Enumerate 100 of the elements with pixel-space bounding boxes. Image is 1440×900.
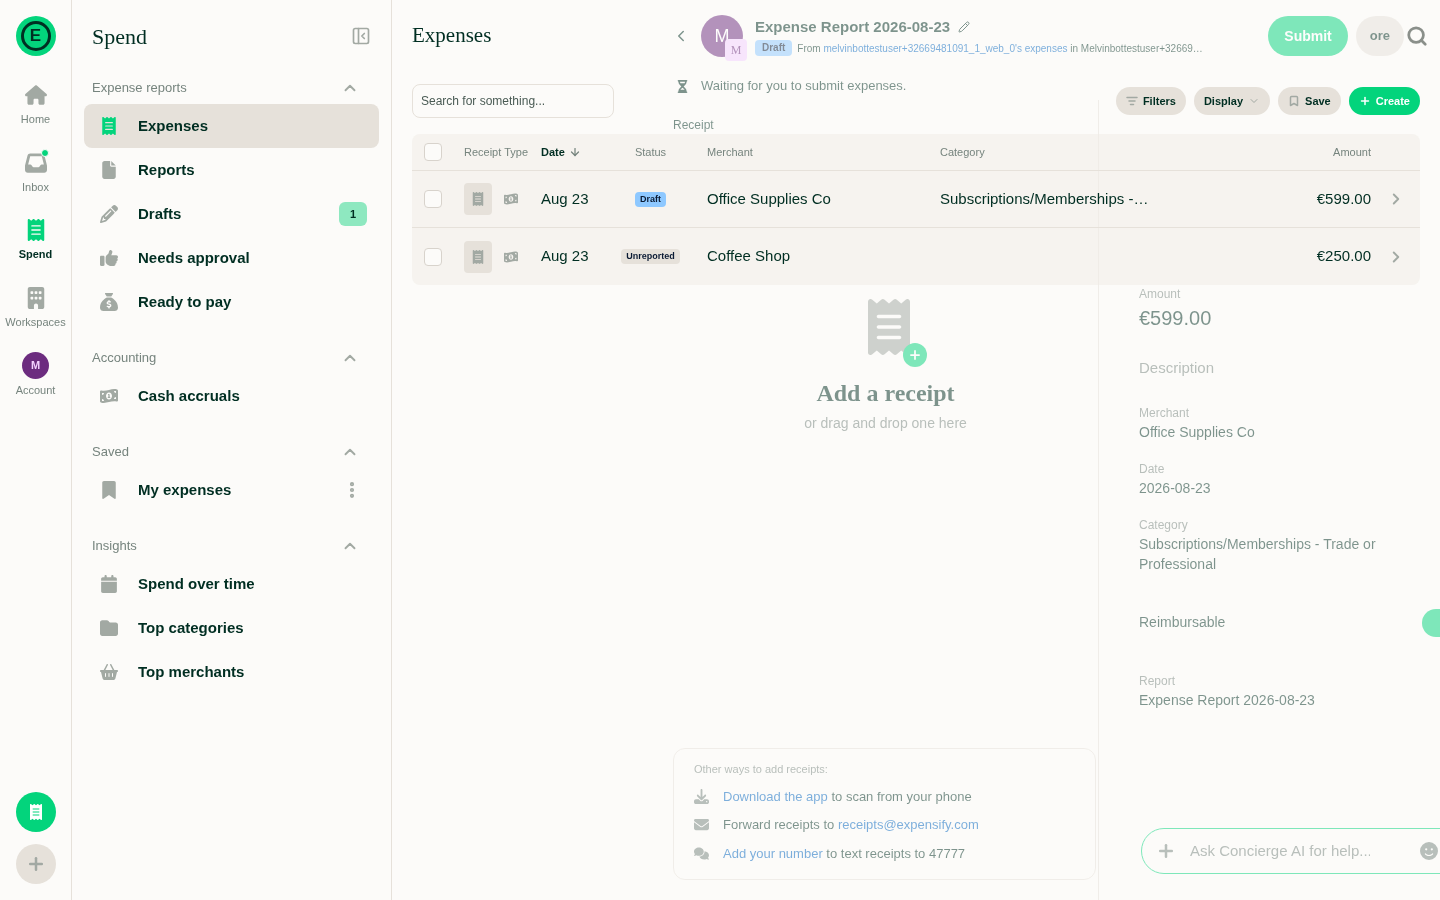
toolbar-button[interactable]: Save [1278,87,1341,115]
field-label: Date [1139,460,1166,478]
field-label: Report [1139,672,1177,690]
chat-bubbles-icon [694,845,709,861]
sidebar-item[interactable]: Spend over time [84,562,379,606]
collapse-icon[interactable] [351,26,371,46]
folder-icon [100,619,118,637]
field-label: Amount [1139,286,1182,303]
download-icon [694,788,709,804]
sidebar-item[interactable]: Top merchants [84,650,379,694]
merchant-cell-text: Office Supplies Co [707,188,832,209]
section-title: Accounting [92,349,157,368]
add-button[interactable] [15,844,56,884]
thumbs-up-icon [100,249,118,267]
page-title: Expenses [412,22,492,50]
avatar: M [22,352,49,379]
waiting-message: Waiting for you to submit expenses. [701,77,907,96]
checkbox[interactable] [424,190,442,208]
bookmark-icon [1288,95,1301,107]
toolbar-button[interactable]: Display [1193,87,1271,115]
field-label: Merchant [1139,404,1191,422]
category-cell-text: Subscriptions/Memberships -… [940,188,1150,209]
sidebar-item[interactable]: Top categories [84,606,379,650]
field-value: Subscriptions/Memberships - Trade or Professional [1139,534,1377,574]
amount-cell-text: €599.00 [1316,188,1371,209]
add-receipt-heading: Add a receipt [816,378,955,408]
rail-tab[interactable]: M Account [0,352,71,399]
expense-row[interactable]: Aug 23 Unreported Coffee Shop €250.00 [412,228,1420,285]
cash-icon [504,192,518,206]
chat-input[interactable]: Ask Concierge AI for help... [1190,839,1370,863]
bookmark-icon [100,481,118,499]
sidebar-item[interactable]: My expenses [84,468,379,512]
logo[interactable]: E [15,16,56,56]
expense-row[interactable]: Aug 23 Draft Office Supplies Co Subscriptions/Memberships -… €599.00 [412,171,1420,228]
rail-tab[interactable]: Spend [0,217,71,263]
banknote-icon [100,387,118,405]
cash-icon [504,249,518,264]
field-value: Expense Report 2026-08-23 [1139,690,1316,710]
checkbox[interactable] [424,247,442,266]
field-label: Category [1139,516,1189,534]
status-tag: Draft [755,40,793,57]
plus-icon [1358,95,1371,107]
field-value: 2026-08-23 [1139,478,1212,498]
merchant-cell-text: Coffee Shop [707,246,792,267]
status-tag: Unreported [621,249,680,264]
column-header: Category [940,144,986,160]
report-title: Expense Report 2026-08-23 [755,16,951,37]
pencil-icon[interactable] [958,21,971,33]
filter-icon [1125,95,1138,107]
other-way-text: Add your number to text receipts to 47777 [723,844,966,863]
count-badge: 1 [339,202,367,226]
sidebar-item[interactable]: Needs approval [84,236,379,280]
other-way-text: Forward receipts to receipts@expensify.com [723,816,979,834]
column-header: Receipt Type [464,144,529,160]
plus-badge [902,342,927,367]
sidebar-item[interactable]: Ready to pay [84,280,379,324]
sidebar-title: Spend [92,22,147,51]
section-title: Saved [92,443,129,462]
receipt-thumbnail [464,240,492,273]
emoji-icon[interactable] [1420,842,1438,860]
house-icon [24,84,47,106]
date-cell-text: Aug 23 [541,188,590,209]
sidebar-item[interactable]: Cash accruals [84,374,379,418]
hourglass-icon [676,79,689,93]
drop-hint: or drag and drop one here [804,413,967,433]
rail-tab[interactable]: Home [0,82,71,128]
sidebar-item[interactable]: Expenses [84,104,379,148]
search-icon[interactable] [1406,25,1428,47]
sidebar-item[interactable]: Drafts 1 [84,192,379,236]
receipt-icon [27,804,44,820]
checkbox[interactable] [424,143,442,161]
calendar-icon [100,575,118,593]
receipt-label: Receipt [673,117,715,134]
sidebar-item[interactable]: Reports [84,148,379,192]
column-header: Merchant [707,144,754,160]
money-bag-icon [100,293,118,311]
date-cell-text: Aug 23 [541,246,590,267]
search-field[interactable]: Search for something... [412,84,614,118]
column-header: Amount [1333,144,1371,160]
amount-cell-text: €250.00 [1316,246,1371,267]
other-way-text: Download the app to scan from your phone [723,787,972,806]
status-tag: Draft [635,191,666,207]
plus-icon[interactable] [1156,841,1176,861]
toolbar-button[interactable]: Filters [1115,87,1186,115]
field-value: Office Supplies Co [1139,422,1256,442]
column-header: Status [634,144,667,160]
rail-tab[interactable]: Inbox [0,149,71,195]
basket-icon [100,663,118,681]
workspace-avatar: M [725,39,747,61]
section-title: Expense reports [92,79,187,98]
new-receipt-button[interactable] [15,792,56,832]
column-header[interactable]: Date [541,143,581,161]
receipt-icon [100,117,118,135]
rail-tab[interactable]: Workspaces [0,284,71,330]
field-label: Reimbursable [1139,613,1226,632]
envelope-icon [694,817,709,833]
pencil-icon [100,205,118,223]
receipt-thumbnail [464,183,492,215]
other-ways-heading: Other ways to add receipts: [694,762,829,777]
inbox-icon [24,151,47,174]
